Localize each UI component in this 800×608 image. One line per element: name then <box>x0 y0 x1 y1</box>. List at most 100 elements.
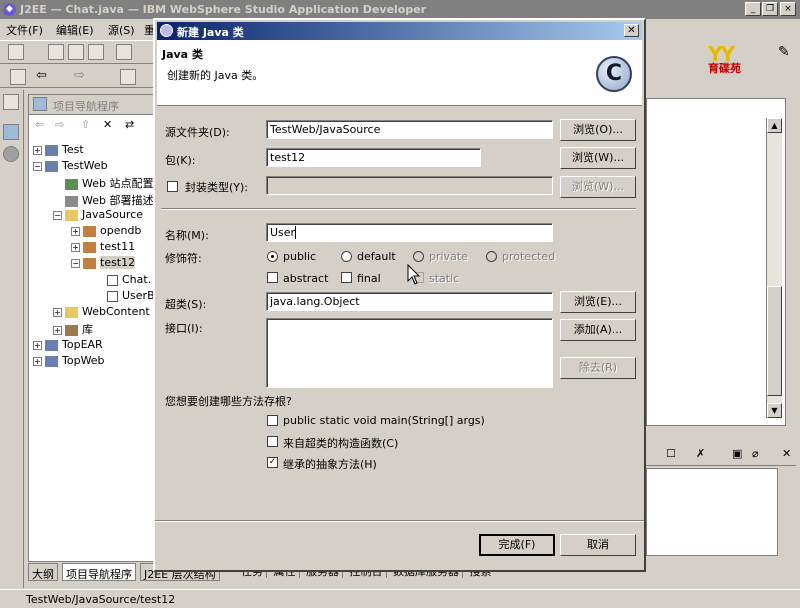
enclosing-type-field[interactable] <box>266 176 553 195</box>
open-perspective-icon[interactable] <box>10 69 26 85</box>
nav-up-icon[interactable]: ⇧ <box>81 118 90 131</box>
cancel-button[interactable]: 取消 <box>560 534 636 556</box>
new-java-class-dialog: 新建 Java 类 ✕ Java 类 创建新的 Java 类。 C 源文件夹(D… <box>153 18 646 572</box>
remove-interface-button[interactable]: 除去(R) <box>560 357 636 379</box>
tab-outline[interactable]: 大纲 <box>28 563 58 581</box>
tree-item[interactable]: + TopWeb <box>33 354 105 367</box>
source-folder-field[interactable]: TestWeb/JavaSource <box>266 120 553 139</box>
tree-item[interactable]: + opendb <box>71 224 141 237</box>
menu-edit[interactable]: 编辑(E) <box>56 22 94 38</box>
tab-navigator[interactable]: 项目导航程序 <box>62 563 136 581</box>
filter-icon[interactable]: ✗ <box>696 447 705 460</box>
new-icon[interactable] <box>8 44 24 60</box>
tree-item-selected[interactable]: − test12 <box>71 256 136 269</box>
project-icon <box>45 160 58 172</box>
save-all-icon[interactable] <box>68 44 84 60</box>
package-field[interactable]: test12 <box>266 148 481 167</box>
scroll-up-icon[interactable]: ▲ <box>767 118 782 133</box>
final-checkbox[interactable] <box>341 272 352 283</box>
main-method-label: public static void main(String[] args) <box>283 414 485 427</box>
forward-arrow-icon[interactable]: ⇨ <box>74 69 90 85</box>
superclass-label: 超类(S): <box>165 298 207 311</box>
window-titlebar: ◆ J2EE — Chat.java — IBM WebSphere Studi… <box>0 0 800 19</box>
run-icon[interactable] <box>116 44 132 60</box>
outline-icon[interactable] <box>120 69 136 85</box>
text-cursor <box>295 226 300 239</box>
add-interface-button[interactable]: 添加(A)... <box>560 319 636 341</box>
name-label: 名称(M): <box>165 229 209 242</box>
lock-icon[interactable]: ▣ <box>732 447 742 460</box>
main-method-checkbox[interactable] <box>267 415 278 426</box>
tree-item[interactable]: + WebContent <box>53 305 150 318</box>
private-radio[interactable] <box>413 251 424 262</box>
save-icon[interactable] <box>48 44 64 60</box>
menu-file[interactable]: 文件(F) <box>6 22 43 38</box>
clear-icon[interactable]: ⌀ <box>752 447 759 460</box>
abstract-checkbox[interactable] <box>267 272 278 283</box>
project-icon <box>45 144 58 156</box>
scroll-thumb[interactable] <box>767 286 782 396</box>
nav-forward-icon[interactable]: ⇨ <box>55 118 64 131</box>
print-icon[interactable] <box>88 44 104 60</box>
browse-enclosing-button[interactable]: 浏览(W)... <box>560 176 636 198</box>
public-label: public <box>283 250 317 263</box>
tree-item[interactable]: UserB <box>107 289 155 302</box>
j2ee-perspective-icon[interactable] <box>3 124 19 140</box>
back-arrow-icon[interactable]: ⇦ <box>36 69 52 85</box>
tree-item[interactable]: Web 部署描述 <box>65 192 153 208</box>
source-folder-label: 源文件夹(D): <box>165 126 230 139</box>
interfaces-list[interactable] <box>266 318 553 388</box>
scroll-down-icon[interactable]: ▼ <box>767 403 782 418</box>
square-icon[interactable]: ☐ <box>666 447 676 460</box>
perspective-bar <box>0 90 24 588</box>
lower-panel-toolbar: ☐ ✗ ▣ ⌀ ✕ <box>646 444 796 466</box>
default-radio[interactable] <box>341 251 352 262</box>
nav-filter-icon[interactable]: ⇄ <box>125 118 134 131</box>
tree-item[interactable]: Web 站点配置 <box>65 175 153 191</box>
public-radio[interactable] <box>267 251 278 262</box>
tree-item[interactable]: + test11 <box>71 240 135 253</box>
server-perspective-icon[interactable] <box>3 146 19 162</box>
enclosing-type-checkbox[interactable] <box>167 181 178 192</box>
close-panel-icon[interactable]: ✕ <box>782 447 791 460</box>
project-icon <box>45 339 58 351</box>
modifiers-label: 修饰符: <box>165 252 202 265</box>
static-label: static <box>429 272 460 285</box>
nav-back-icon[interactable]: ⇦ <box>35 118 44 131</box>
navigator-toolbar: ⇦ ⇨ ⇧ ✕ ⇄ <box>29 117 155 135</box>
close-window-button[interactable]: × <box>780 2 796 16</box>
menu-source[interactable]: 源(S) <box>108 22 135 38</box>
tree-item[interactable]: + 库 <box>53 321 93 337</box>
perspective-icon[interactable] <box>3 94 19 110</box>
dialog-close-button[interactable]: ✕ <box>624 24 639 37</box>
status-text: TestWeb/JavaSource/test12 <box>26 593 176 606</box>
separator <box>161 208 636 210</box>
abstract-methods-label: 继承的抽象方法(H) <box>283 458 377 471</box>
mouse-cursor-icon <box>407 264 421 285</box>
minimize-button[interactable]: _ <box>745 2 761 16</box>
constructors-checkbox[interactable] <box>267 436 278 447</box>
nav-collapse-icon[interactable]: ✕ <box>103 118 112 131</box>
tree-item[interactable]: − TestWeb <box>33 159 108 172</box>
tree-item[interactable]: + TopEAR <box>33 338 103 351</box>
superclass-field[interactable]: java.lang.Object <box>266 292 553 311</box>
status-bar: TestWeb/JavaSource/test12 <box>0 589 800 608</box>
browse-source-button[interactable]: 浏览(O)... <box>560 119 636 141</box>
browse-package-button[interactable]: 浏览(W)... <box>560 147 636 169</box>
package-label: 包(K): <box>165 154 196 167</box>
pin-icon[interactable]: ✎ <box>778 44 790 60</box>
tree-item[interactable]: Chat. <box>107 273 151 286</box>
toolbar-1 <box>0 40 155 64</box>
tree-item[interactable]: + Test <box>33 143 84 156</box>
editor-scrollbar[interactable]: ▲ ▼ <box>766 118 782 418</box>
dialog-banner: Java 类 创建新的 Java 类。 C <box>157 40 642 106</box>
restore-button[interactable]: ❐ <box>762 2 778 16</box>
finish-button[interactable]: 完成(F) <box>479 534 555 556</box>
protected-radio[interactable] <box>486 251 497 262</box>
default-label: default <box>357 250 396 263</box>
tree-item[interactable]: − JavaSource <box>53 208 143 221</box>
class-name-field[interactable]: User <box>266 223 553 242</box>
abstract-methods-checkbox[interactable]: ✓ <box>267 457 278 468</box>
browse-superclass-button[interactable]: 浏览(E)... <box>560 291 636 313</box>
navigator-title: 项目导航程序 <box>53 100 119 113</box>
